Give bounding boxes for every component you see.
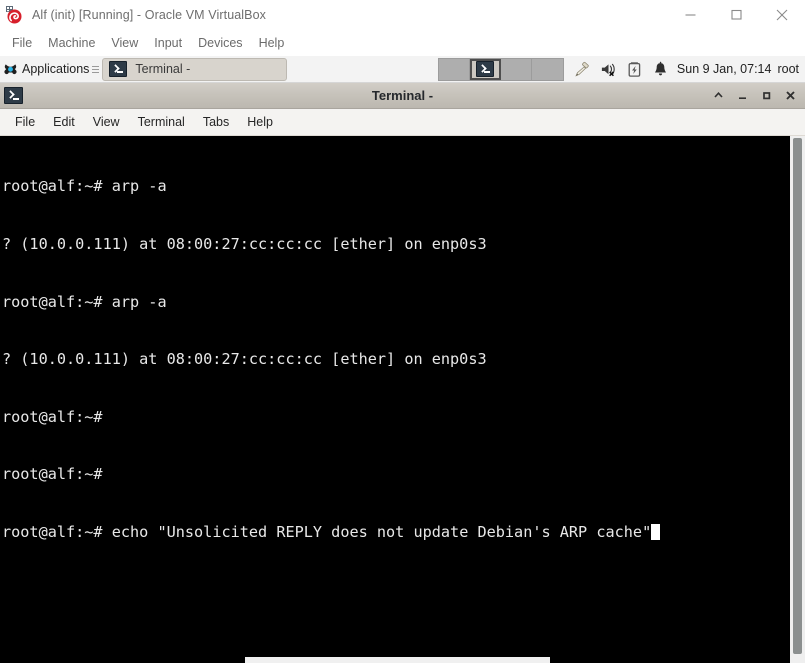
minimize-button[interactable] — [667, 0, 713, 29]
virtualbox-title-bar: Alf (init) [Running] - Oracle VM Virtual… — [0, 0, 805, 29]
terminal-icon — [109, 61, 128, 77]
terminal-line: root@alf:~# arp -a — [2, 292, 167, 311]
mouse-icon — [3, 62, 18, 77]
terminal-window: Terminal - File Edit View Terminal Tabs … — [0, 83, 805, 663]
workspace-2[interactable] — [469, 58, 501, 80]
terminal-menu-bar: File Edit View Terminal Tabs Help — [0, 109, 805, 136]
vbox-menu-help[interactable]: Help — [251, 33, 293, 53]
terminal-prompt: root@alf:~# — [2, 522, 112, 541]
terminal-menu-help[interactable]: Help — [238, 112, 282, 132]
virtualbox-title: Alf (init) [Running] - Oracle VM Virtual… — [32, 7, 267, 22]
terminal-menu-tabs[interactable]: Tabs — [194, 112, 238, 132]
terminal-line: ? (10.0.0.111) at 08:00:27:cc:cc:cc [eth… — [2, 235, 487, 253]
terminal-command-text: echo "Unsolicited REPLY does not update … — [111, 522, 652, 541]
panel-clock[interactable]: Sun 9 Jan, 07:14 — [677, 62, 778, 76]
vbox-menu-machine[interactable]: Machine — [40, 33, 103, 53]
xfce-top-panel: Applications Terminal - Sun 9 Jan, 07:14… — [0, 56, 805, 83]
terminal-line: root@alf:~# — [2, 407, 103, 426]
vbox-menu-input[interactable]: Input — [146, 33, 190, 53]
terminal-line: root@alf:~# — [2, 465, 103, 484]
close-button[interactable] — [759, 0, 805, 29]
maximize-button[interactable] — [755, 85, 777, 107]
panel-handle[interactable] — [92, 61, 100, 77]
terminal-scrollbar-thumb[interactable] — [793, 138, 802, 654]
network-icon[interactable] — [574, 61, 591, 78]
task-button-terminal[interactable]: Terminal - — [102, 57, 288, 81]
panel-user-label[interactable]: root — [777, 62, 805, 76]
terminal-scrollbar[interactable] — [789, 136, 805, 663]
vbox-menu-devices[interactable]: Devices — [190, 33, 250, 53]
minimize-button[interactable] — [731, 85, 753, 107]
terminal-line: ? (10.0.0.111) at 08:00:27:cc:cc:cc [eth… — [2, 350, 487, 369]
terminal-menu-terminal[interactable]: Terminal — [129, 112, 194, 132]
close-button[interactable] — [779, 85, 801, 107]
window-task-list: Terminal - — [100, 56, 288, 83]
terminal-menu-view[interactable]: View — [84, 112, 129, 132]
terminal-icon — [4, 87, 23, 104]
applications-menu-label: Applications — [22, 62, 90, 76]
notification-bell-icon[interactable] — [652, 61, 669, 78]
workspace-3[interactable] — [501, 58, 532, 80]
virtualbox-window-controls — [667, 0, 805, 29]
terminal-body[interactable]: root@alf:~# arp -a ? (10.0.0.111) at 08:… — [0, 136, 805, 663]
terminal-menu-edit[interactable]: Edit — [44, 112, 84, 132]
terminal-screen[interactable]: root@alf:~# arp -a ? (10.0.0.111) at 08:… — [0, 136, 789, 663]
vbox-menu-file[interactable]: File — [4, 33, 40, 53]
terminal-cursor — [651, 523, 661, 540]
applications-menu-button[interactable]: Applications — [0, 57, 91, 82]
vbox-menu-view[interactable]: View — [103, 33, 146, 53]
bottom-panel-strip — [245, 657, 550, 663]
volume-muted-icon[interactable] — [600, 61, 617, 78]
system-tray — [564, 61, 677, 78]
virtualbox-icon — [5, 5, 23, 24]
terminal-title: Terminal - — [371, 88, 434, 103]
workspace-switcher[interactable] — [437, 57, 564, 81]
virtualbox-menu-bar: File Machine View Input Devices Help — [0, 29, 805, 56]
shade-button[interactable] — [707, 85, 729, 107]
terminal-window-controls — [707, 83, 801, 108]
vm-display[interactable]: Applications Terminal - Sun 9 Jan, 07:14… — [0, 56, 805, 663]
battery-icon[interactable] — [626, 61, 643, 78]
terminal-line: root@alf:~# arp -a — [2, 177, 167, 196]
maximize-button[interactable] — [713, 0, 759, 29]
terminal-title-bar[interactable]: Terminal - — [0, 83, 805, 109]
terminal-current-line: root@alf:~# echo "Unsolicited REPLY does… — [2, 523, 789, 542]
terminal-menu-file[interactable]: File — [6, 112, 44, 132]
virtualbox-window: Alf (init) [Running] - Oracle VM Virtual… — [0, 0, 805, 663]
workspace-1[interactable] — [439, 58, 470, 80]
terminal-icon — [476, 61, 495, 77]
workspace-4[interactable] — [532, 59, 563, 80]
task-button-label: Terminal - — [135, 62, 191, 76]
